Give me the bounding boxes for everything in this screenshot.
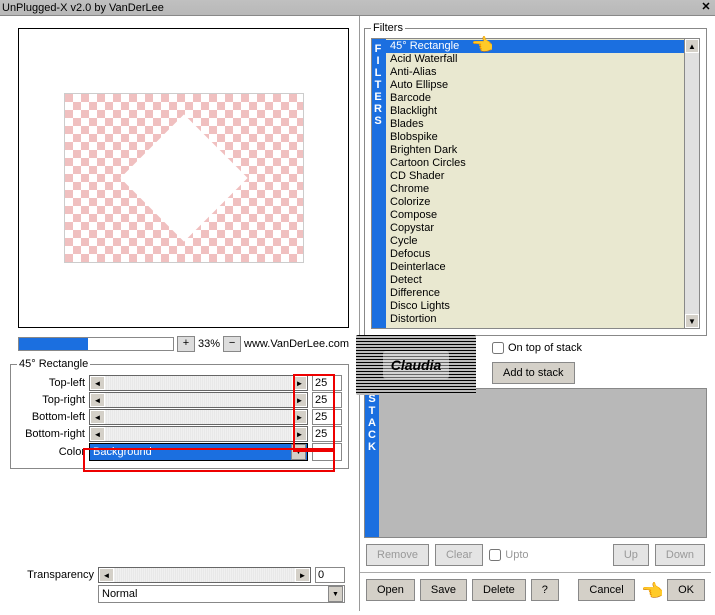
list-item[interactable]: Blades (386, 118, 684, 131)
close-icon[interactable]: ✕ (699, 1, 713, 14)
delete-button[interactable]: Delete (472, 579, 526, 601)
add-to-stack-button[interactable]: Add to stack (492, 362, 575, 384)
clear-button[interactable]: Clear (435, 544, 483, 566)
progress-bar (18, 337, 174, 351)
arrow-left-icon[interactable]: ◄ (90, 410, 105, 424)
arrow-down-icon[interactable]: ▼ (685, 314, 699, 328)
down-button[interactable]: Down (655, 544, 705, 566)
chevron-down-icon[interactable]: ▼ (291, 444, 306, 460)
list-item[interactable]: CD Shader (386, 170, 684, 183)
right-panel: Filters FILTERS 45° RectangleAcid Waterf… (360, 16, 715, 611)
watermark-logo: Claudia (356, 335, 476, 395)
list-item[interactable]: Defocus (386, 248, 684, 261)
blend-mode-value: Normal (102, 588, 137, 600)
preview-canvas (64, 93, 304, 263)
param-value[interactable] (312, 392, 342, 408)
param-value[interactable] (312, 375, 342, 391)
list-item[interactable]: Compose (386, 209, 684, 222)
stack-side-label: STACK (365, 389, 379, 537)
filters-side-label: FILTERS (372, 39, 386, 328)
up-button[interactable]: Up (613, 544, 649, 566)
param-label: Bottom-right (17, 428, 85, 440)
param-value[interactable] (312, 409, 342, 425)
arrow-right-icon[interactable]: ► (292, 393, 307, 407)
param-slider[interactable]: ◄► (89, 426, 308, 442)
stack-area: STACK (364, 388, 707, 538)
list-item[interactable]: Barcode (386, 92, 684, 105)
transparency-label: Transparency (14, 569, 94, 581)
list-item[interactable]: Detect (386, 274, 684, 287)
list-item[interactable]: Blobspike (386, 131, 684, 144)
left-panel: + 33% − www.VanDerLee.com 45° Rectangle … (0, 16, 360, 611)
window-title: UnPlugged-X v2.0 by VanDerLee (2, 2, 699, 14)
filters-fieldset: Filters FILTERS 45° RectangleAcid Waterf… (364, 22, 707, 336)
param-slider[interactable]: ◄► (89, 375, 308, 391)
param-label: Bottom-left (17, 411, 85, 423)
arrow-right-icon[interactable]: ► (292, 410, 307, 424)
param-value[interactable] (312, 426, 342, 442)
list-item[interactable]: Auto Ellipse (386, 79, 684, 92)
color-swatch[interactable] (312, 443, 342, 461)
transparency-slider[interactable]: ◄ ► (98, 567, 311, 583)
filters-scrollbar[interactable]: ▲ ▼ (684, 39, 699, 328)
list-item[interactable]: Acid Waterfall (386, 53, 684, 66)
cancel-button[interactable]: Cancel (578, 579, 634, 601)
preview-shape (120, 114, 247, 241)
titlebar: UnPlugged-X v2.0 by VanDerLee ✕ (0, 0, 715, 16)
preview-area (18, 28, 349, 328)
list-item[interactable]: Blacklight (386, 105, 684, 118)
arrow-left-icon[interactable]: ◄ (90, 393, 105, 407)
list-item[interactable]: Cartoon Circles (386, 157, 684, 170)
list-item[interactable]: Colorize (386, 196, 684, 209)
list-item[interactable]: Deinterlace (386, 261, 684, 274)
help-button[interactable]: ? (531, 579, 559, 601)
arrow-left-icon[interactable]: ◄ (90, 376, 105, 390)
list-item[interactable]: Disco Lights (386, 300, 684, 313)
pointing-hand-icon: 👉 (642, 581, 664, 603)
bottom-toolbar: Open Save Delete ? Cancel 👉 OK (360, 572, 711, 607)
arrow-left-icon[interactable]: ◄ (90, 427, 105, 441)
blend-mode-combo[interactable]: Normal ▼ (98, 585, 345, 603)
filters-legend: Filters (371, 22, 405, 34)
list-item[interactable]: Chrome (386, 183, 684, 196)
ontop-checkbox[interactable]: On top of stack (492, 342, 582, 354)
arrow-right-icon[interactable]: ► (292, 376, 307, 390)
list-item[interactable]: Difference (386, 287, 684, 300)
list-item[interactable]: Brighten Dark (386, 144, 684, 157)
arrow-up-icon[interactable]: ▲ (685, 39, 699, 53)
color-combo[interactable]: Background ▼ (89, 443, 308, 461)
stack-list[interactable] (379, 389, 706, 537)
chevron-down-icon[interactable]: ▼ (328, 586, 343, 602)
filters-list[interactable]: 45° RectangleAcid WaterfallAnti-AliasAut… (386, 39, 684, 328)
arrow-left-icon[interactable]: ◄ (99, 568, 114, 582)
arrow-right-icon[interactable]: ► (295, 568, 310, 582)
params-fieldset: 45° Rectangle Top-left◄►Top-right◄►Botto… (10, 358, 349, 469)
list-item[interactable]: Copystar (386, 222, 684, 235)
list-item[interactable]: Cycle (386, 235, 684, 248)
arrow-right-icon[interactable]: ► (292, 427, 307, 441)
list-item[interactable]: Distortion (386, 313, 684, 326)
param-slider[interactable]: ◄► (89, 392, 308, 408)
transparency-value[interactable] (315, 567, 345, 583)
save-button[interactable]: Save (420, 579, 467, 601)
zoom-percent: 33% (198, 338, 220, 350)
param-label: Top-right (17, 394, 85, 406)
remove-button[interactable]: Remove (366, 544, 429, 566)
zoom-in-button[interactable]: + (177, 336, 195, 352)
zoom-out-button[interactable]: − (223, 336, 241, 352)
color-label: Color (17, 446, 85, 458)
ok-button[interactable]: OK (667, 579, 705, 601)
list-item[interactable]: Anti-Alias (386, 66, 684, 79)
color-combo-value: Background (93, 446, 152, 458)
params-legend: 45° Rectangle (17, 358, 90, 370)
param-label: Top-left (17, 377, 85, 389)
vendor-url[interactable]: www.VanDerLee.com (244, 338, 349, 350)
param-slider[interactable]: ◄► (89, 409, 308, 425)
list-item[interactable]: 45° Rectangle (386, 40, 684, 53)
upto-checkbox[interactable]: Upto (489, 549, 528, 561)
open-button[interactable]: Open (366, 579, 415, 601)
